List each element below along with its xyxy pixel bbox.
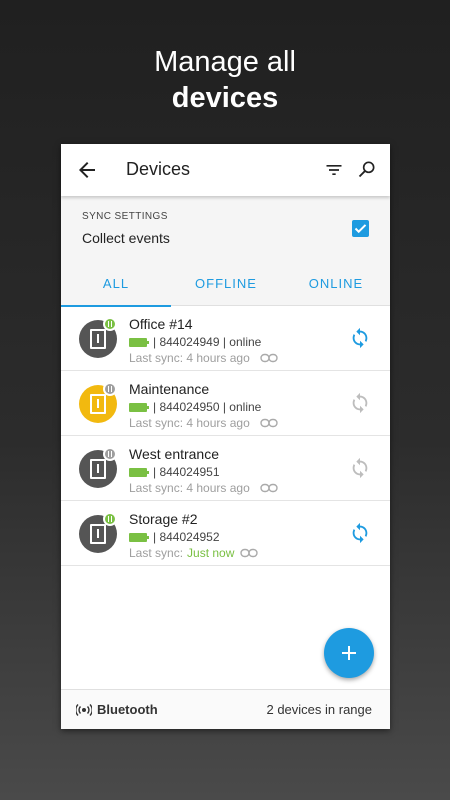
device-row[interactable]: Office #14 | 844024949 | online Last syn… bbox=[61, 306, 390, 371]
connection-status-icon bbox=[103, 512, 117, 526]
last-sync: Last sync: Just now bbox=[129, 546, 259, 560]
link-icon bbox=[260, 483, 278, 493]
sync-refresh-icon[interactable] bbox=[349, 392, 371, 414]
headline: Manage all devices bbox=[0, 44, 450, 116]
connection-status-icon bbox=[103, 382, 117, 396]
device-meta: | 844024949 | online bbox=[129, 335, 261, 349]
headline-line-1: Manage all bbox=[154, 46, 296, 78]
device-row[interactable]: Maintenance | 844024950 | online Last sy… bbox=[61, 371, 390, 436]
last-sync: Last sync: 4 hours ago bbox=[129, 416, 278, 430]
headline-line-2: devices bbox=[171, 82, 279, 114]
device-id-status: | 844024949 | online bbox=[153, 335, 262, 349]
devices-in-range: 2 devices in range bbox=[266, 702, 372, 717]
last-sync: Last sync: 4 hours ago bbox=[129, 351, 278, 365]
last-sync-text: Last sync: bbox=[129, 546, 184, 560]
door-icon bbox=[90, 329, 106, 349]
link-icon bbox=[240, 548, 259, 558]
sync-refresh-icon[interactable] bbox=[349, 457, 371, 479]
device-name: Maintenance bbox=[129, 381, 210, 397]
link-icon bbox=[260, 353, 278, 363]
device-name: Office #14 bbox=[129, 316, 193, 332]
add-device-button[interactable] bbox=[324, 628, 374, 678]
sync-settings: SYNC SETTINGS Collect events bbox=[61, 196, 390, 261]
device-list: Office #14 | 844024949 | online Last syn… bbox=[61, 306, 390, 566]
device-meta: | 844024951 bbox=[129, 465, 220, 479]
tab-online[interactable]: ONLINE bbox=[281, 261, 390, 306]
bluetooth-label: Bluetooth bbox=[97, 702, 158, 717]
bluetooth-bar: Bluetooth 2 devices in range bbox=[61, 689, 390, 729]
device-id-status: | 844024950 | online bbox=[153, 400, 262, 414]
last-sync-text: Last sync: 4 hours ago bbox=[129, 351, 250, 365]
back-arrow-icon[interactable] bbox=[75, 158, 99, 182]
collect-events-label: Collect events bbox=[82, 230, 170, 246]
door-icon bbox=[90, 459, 106, 479]
last-sync-highlight: Just now bbox=[187, 546, 235, 560]
checkmark-icon bbox=[354, 224, 367, 234]
device-meta: | 844024952 bbox=[129, 530, 220, 544]
plus-icon bbox=[342, 646, 356, 660]
battery-icon bbox=[129, 402, 149, 412]
collect-events-checkbox[interactable] bbox=[352, 220, 369, 237]
filter-icon[interactable] bbox=[324, 160, 344, 180]
search-icon[interactable] bbox=[357, 159, 377, 179]
device-row[interactable]: West entrance | 844024951 Last sync: 4 h… bbox=[61, 436, 390, 501]
door-icon bbox=[90, 524, 106, 544]
sync-settings-caption: SYNC SETTINGS bbox=[82, 211, 168, 222]
link-icon bbox=[260, 418, 278, 428]
door-icon bbox=[90, 394, 106, 414]
bluetooth-signal-icon bbox=[76, 704, 92, 716]
connection-status-icon bbox=[103, 317, 117, 331]
phone-screen: Devices SYNC SETTINGS Collect events ALL… bbox=[61, 144, 390, 729]
page-title: Devices bbox=[126, 159, 191, 179]
battery-icon bbox=[129, 467, 149, 477]
sync-refresh-icon[interactable] bbox=[349, 522, 371, 544]
tab-all[interactable]: ALL bbox=[61, 261, 171, 307]
device-name: Storage #2 bbox=[129, 511, 198, 527]
device-id-status: | 844024951 bbox=[153, 465, 220, 479]
battery-icon bbox=[129, 337, 149, 347]
device-name: West entrance bbox=[129, 446, 220, 462]
app-bar: Devices bbox=[61, 144, 390, 196]
tab-offline[interactable]: OFFLINE bbox=[171, 261, 281, 306]
battery-icon bbox=[129, 532, 149, 542]
connection-status-icon bbox=[103, 447, 117, 461]
device-meta: | 844024950 | online bbox=[129, 400, 261, 414]
last-sync: Last sync: 4 hours ago bbox=[129, 481, 278, 495]
device-row[interactable]: Storage #2 | 844024952 Last sync: Just n… bbox=[61, 501, 390, 566]
last-sync-text: Last sync: 4 hours ago bbox=[129, 416, 250, 430]
last-sync-text: Last sync: 4 hours ago bbox=[129, 481, 250, 495]
device-id-status: | 844024952 bbox=[153, 530, 220, 544]
tab-bar: ALL OFFLINE ONLINE bbox=[61, 261, 390, 307]
sync-refresh-icon[interactable] bbox=[349, 327, 371, 349]
